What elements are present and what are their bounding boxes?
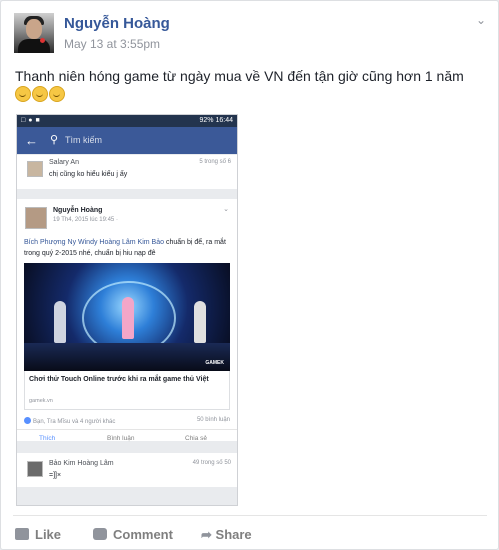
author-avatar[interactable] bbox=[14, 13, 54, 53]
comment-author: Salary An bbox=[49, 159, 79, 166]
inner-post-date: 19 Th4, 2015 lúc 19:45 · bbox=[53, 217, 118, 223]
grin-emoji-icon bbox=[15, 86, 31, 102]
post-timestamp[interactable]: May 13 at 3:55pm bbox=[64, 37, 160, 51]
link-domain: gamek.vn bbox=[29, 398, 53, 404]
attached-phone-screenshot[interactable]: □●■ 92% 16:44 ← ⚲ Tìm kiếm Salary An chị… bbox=[16, 114, 238, 506]
comment-label: Comment bbox=[113, 527, 173, 542]
avatar-face bbox=[26, 19, 42, 39]
dancer-figure bbox=[54, 301, 66, 343]
comment-author: Bảo Kim Hoàng Lâm bbox=[49, 460, 114, 467]
stage-floor bbox=[24, 343, 230, 371]
dancer-figure bbox=[194, 301, 206, 343]
inner-chevron-icon: ⌄ bbox=[223, 206, 229, 213]
dancer-figure bbox=[122, 297, 134, 339]
inner-like-label: Thích bbox=[39, 435, 56, 442]
link-preview: Chơi thử Touch Online trước khi ra mắt g… bbox=[24, 371, 230, 410]
phone-comment-1: Salary An chị cũng ko hiểu kiểu j ấy 5 t… bbox=[17, 155, 237, 189]
status-battery-time: 92% 16:44 bbox=[199, 117, 233, 124]
comment-count: 49 trong số 50 bbox=[192, 460, 231, 466]
back-arrow-icon: ← bbox=[25, 133, 38, 148]
share-label: Share bbox=[215, 527, 252, 542]
search-icon: ⚲ bbox=[50, 134, 59, 146]
inner-comment-label: Bình luận bbox=[107, 435, 135, 442]
reactions-text: Bạn, Tra Mĩsu và 4 người khác bbox=[33, 419, 116, 425]
image-watermark: GAMEK bbox=[205, 360, 224, 366]
tagged-names: Bích Phượng Ny Windy Hoàng Lâm Kim Bảo bbox=[24, 239, 165, 246]
phone-inner-post: Nguyễn Hoàng 19 Th4, 2015 lúc 19:45 · ⌄ … bbox=[17, 199, 237, 442]
like-reaction-icon bbox=[24, 417, 31, 424]
phone-comment-2: Bảo Kim Hoàng Lâm =]]× 49 trong số 50 bbox=[17, 453, 237, 487]
facebook-post: Nguyễn Hoàng May 13 at 3:55pm ⌄ Thanh ni… bbox=[0, 0, 499, 550]
comment-avatar bbox=[27, 461, 43, 477]
like-label: Like bbox=[35, 527, 62, 542]
phone-status-bar: □●■ 92% 16:44 bbox=[17, 115, 237, 127]
inner-share-label: Chia sẻ bbox=[185, 435, 208, 442]
comments-count: 50 bình luận bbox=[196, 417, 230, 423]
post-text: Thanh niên hóng game từ ngày mua về VN đ… bbox=[15, 68, 464, 84]
comment-button[interactable]: Comment bbox=[93, 527, 173, 542]
post-author-name[interactable]: Nguyễn Hoàng bbox=[64, 15, 170, 32]
share-arrow-icon: ➦ bbox=[201, 527, 212, 542]
post-options-chevron-icon[interactable]: ⌄ bbox=[476, 13, 486, 27]
inner-action-bar: Thích Bình luận Chia sẻ bbox=[17, 429, 237, 448]
comment-bubble-icon bbox=[93, 528, 107, 540]
post-text-block: Thanh niên hóng game từ ngày mua về VN đ… bbox=[15, 67, 491, 105]
avatar-mark bbox=[40, 38, 45, 43]
inner-post-text: Bích Phượng Ny Windy Hoàng Lâm Kim Bảo c… bbox=[24, 237, 230, 259]
comment-text: chị cũng ko hiểu kiểu j ấy bbox=[49, 171, 128, 178]
comment-text: =]]× bbox=[49, 472, 62, 479]
thumbs-up-icon bbox=[15, 528, 29, 540]
status-icons: □●■ bbox=[21, 117, 43, 124]
phone-search-placeholder: Tìm kiếm bbox=[65, 135, 102, 145]
inner-post-avatar bbox=[25, 207, 47, 229]
post-action-bar: Like Comment ➦ Share bbox=[13, 515, 487, 550]
grin-emoji-icon bbox=[49, 86, 65, 102]
game-screenshot-image: GAMEK bbox=[24, 263, 230, 371]
avatar-body bbox=[18, 39, 50, 53]
phone-top-bar: ← ⚲ Tìm kiếm bbox=[17, 127, 237, 154]
inner-post-author: Nguyễn Hoàng bbox=[53, 207, 103, 214]
share-button[interactable]: ➦ Share bbox=[201, 527, 252, 543]
reactions-row: Bạn, Tra Mĩsu và 4 người khác 50 bình lu… bbox=[24, 417, 230, 425]
comment-avatar bbox=[27, 161, 43, 177]
like-button[interactable]: Like bbox=[15, 527, 61, 542]
link-title: Chơi thử Touch Online trước khi ra mắt g… bbox=[29, 376, 209, 383]
grin-emoji-icon bbox=[32, 86, 48, 102]
comment-count: 5 trong số 6 bbox=[199, 159, 231, 165]
